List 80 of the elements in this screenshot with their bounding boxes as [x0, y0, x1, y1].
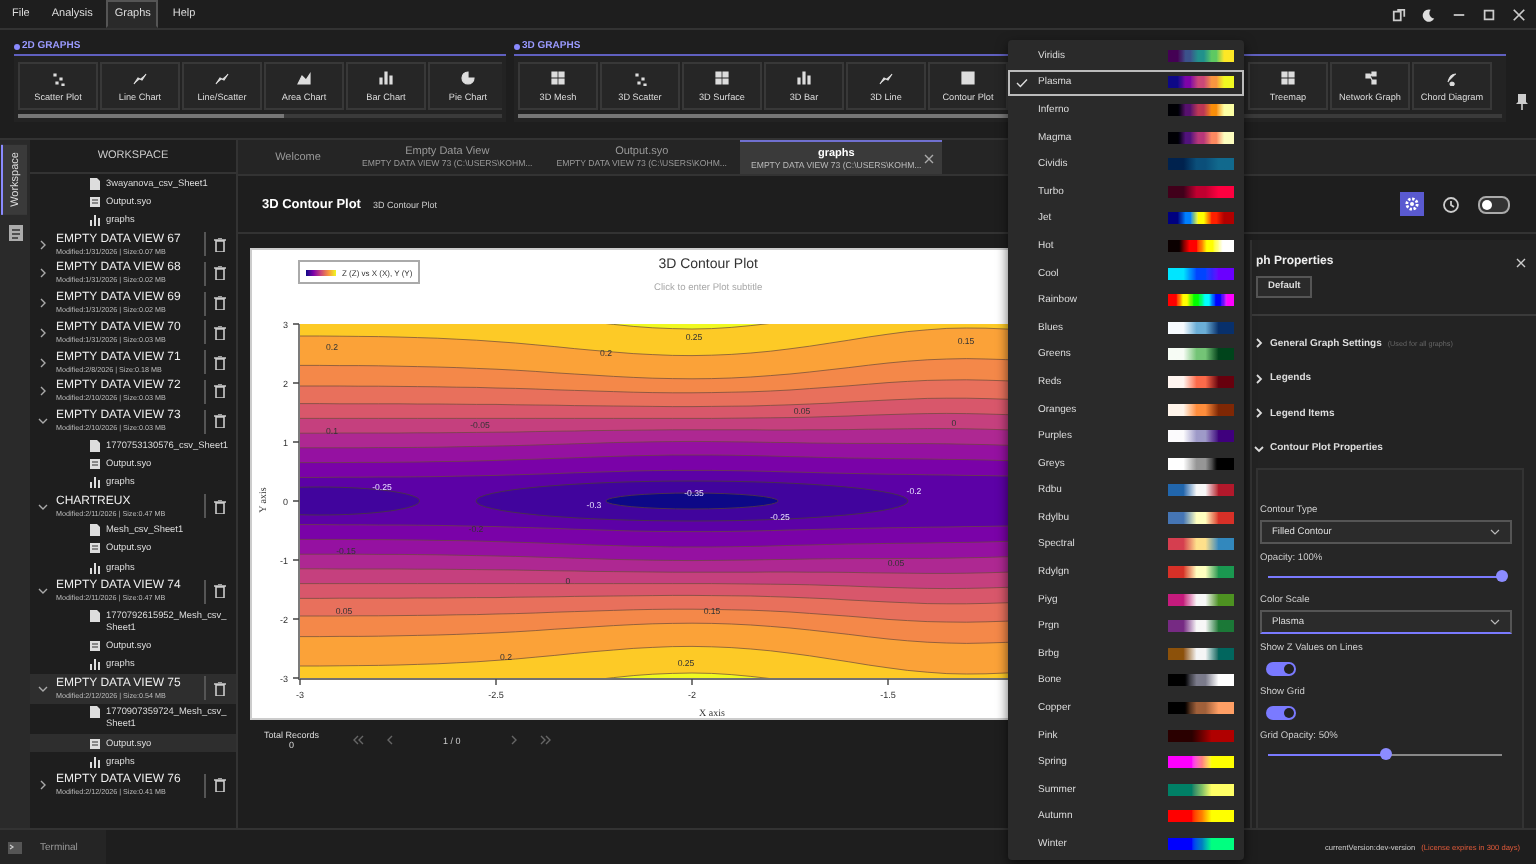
chevron-icon[interactable]: [38, 416, 48, 427]
check-icon: [1016, 77, 1028, 88]
trash-icon[interactable]: [214, 681, 226, 696]
slider[interactable]: [1268, 568, 1502, 584]
file-icon: [90, 177, 100, 190]
output-icon: [90, 458, 100, 471]
pin-icon[interactable]: [1516, 94, 1528, 110]
toggle-switch[interactable]: [1266, 706, 1296, 720]
grid-icon: [1280, 70, 1296, 86]
close-icon[interactable]: [923, 154, 934, 164]
slider-thumb[interactable]: [1379, 748, 1391, 760]
document-icon[interactable]: [7, 224, 23, 243]
chevron-icon[interactable]: [38, 268, 48, 279]
chart-icon: [90, 561, 100, 574]
chevron-icon[interactable]: [38, 386, 48, 397]
contour-band: [300, 486, 421, 516]
chart-icon: [90, 214, 100, 227]
trash-icon[interactable]: [214, 778, 226, 793]
first-page-icon[interactable]: [351, 734, 364, 746]
history-icon[interactable]: [1442, 195, 1460, 213]
last-page-icon[interactable]: [540, 734, 553, 746]
chevron-icon[interactable]: [38, 586, 48, 597]
grid-icon: [714, 70, 730, 86]
bar-chart-icon: [796, 70, 812, 86]
trash-icon[interactable]: [214, 325, 226, 340]
chart-icon: [90, 476, 100, 489]
panel-icon: [960, 70, 976, 86]
file-icon: [90, 706, 100, 719]
network-icon: [1362, 70, 1378, 86]
trash-icon[interactable]: [214, 296, 226, 311]
line-chart-icon: [878, 70, 894, 86]
trash-icon[interactable]: [214, 237, 226, 251]
pie-chart-icon: [460, 70, 476, 86]
toggle-switch[interactable]: [1266, 662, 1296, 676]
close-icon[interactable]: [1516, 257, 1526, 267]
theme-toggle[interactable]: [1478, 195, 1510, 213]
chevron-icon[interactable]: [38, 298, 48, 309]
chevron-icon[interactable]: [38, 501, 48, 512]
area-chart-icon: [296, 70, 312, 86]
file-icon: [90, 524, 100, 537]
line-chart-icon: [132, 70, 148, 86]
previous-page-icon[interactable]: [383, 734, 396, 746]
grid-icon: [550, 70, 566, 86]
file-icon: [90, 609, 100, 622]
chevron-icon: [1490, 528, 1500, 536]
chart-icon: [90, 755, 100, 768]
bullet-icon: [14, 43, 20, 49]
close-icon[interactable]: [1512, 7, 1526, 21]
chart-icon: [90, 658, 100, 671]
output-icon: [90, 542, 100, 555]
trash-icon[interactable]: [214, 584, 226, 599]
chevron-icon[interactable]: [38, 357, 48, 368]
terminal-icon: [8, 841, 22, 853]
trash-icon[interactable]: [214, 266, 226, 281]
scatter-icon: [50, 70, 66, 86]
slider-thumb[interactable]: [1496, 570, 1508, 582]
bar-chart-icon: [378, 70, 394, 86]
scrollbar[interactable]: [18, 114, 502, 118]
chevron-icon[interactable]: [38, 327, 48, 338]
trash-icon[interactable]: [214, 384, 226, 399]
trash-icon[interactable]: [214, 499, 226, 514]
trash-icon[interactable]: [214, 355, 226, 370]
file-icon: [90, 439, 100, 452]
moon-icon[interactable]: [1422, 7, 1436, 21]
line-chart-icon: [214, 70, 230, 86]
chevron-icon: [1490, 618, 1500, 626]
settings-button[interactable]: [1400, 192, 1424, 216]
chevron-icon[interactable]: [38, 780, 48, 791]
output-icon: [90, 737, 100, 750]
trash-icon[interactable]: [214, 414, 226, 429]
output-icon: [90, 640, 100, 653]
next-page-icon[interactable]: [508, 734, 521, 746]
chevron-icon[interactable]: [38, 239, 48, 249]
slider[interactable]: [1268, 746, 1502, 762]
scatter-icon: [632, 70, 648, 86]
chevron-icon[interactable]: [38, 683, 48, 694]
popout-icon[interactable]: [1392, 7, 1406, 21]
maximize-icon[interactable]: [1482, 7, 1496, 21]
output-icon: [90, 195, 100, 208]
bullet-icon: [514, 43, 520, 49]
